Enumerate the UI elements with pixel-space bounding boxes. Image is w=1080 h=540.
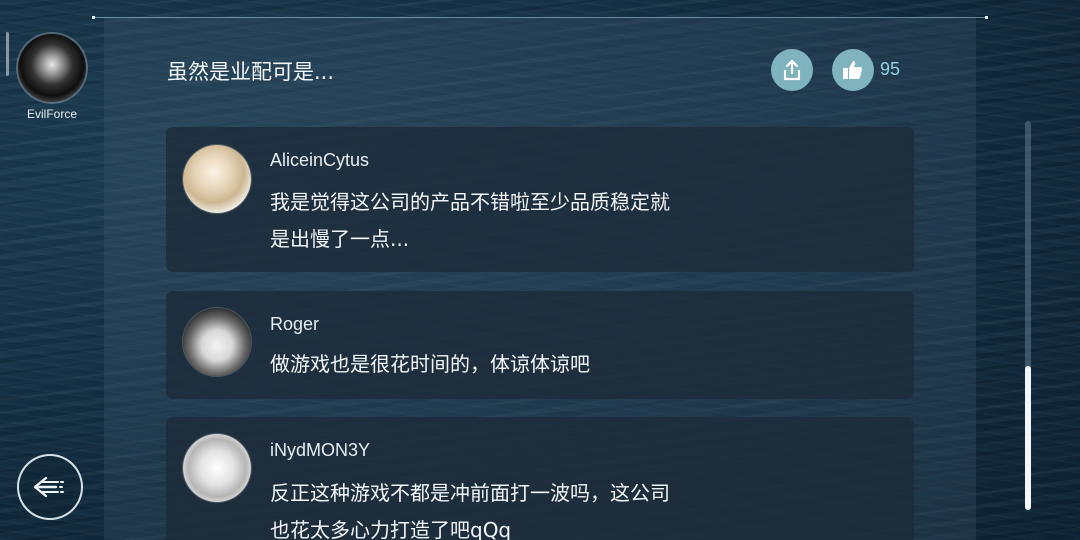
comment-text-line: 反正这种游戏不都是冲前面打一波吗，这公司 [270,481,670,505]
back-button[interactable] [17,454,83,520]
back-arrow-icon [33,476,64,498]
avatar[interactable] [183,434,251,502]
comment-text-line: 我是觉得这公司的产品不错啦至少品质稳定就 [270,190,670,214]
comment-text-line: 也花太多心力打造了吧qQq [270,518,512,540]
comment-card: AliceinCytus 我是觉得这公司的产品不错啦至少品质稳定就 是出慢了一点… [166,127,914,272]
like-count: 95 [880,59,901,79]
comment-card: Roger 做游戏也是很花时间的，体谅体谅吧 [166,291,914,399]
share-button[interactable] [771,49,813,91]
panel-divider [92,16,988,19]
like-button[interactable] [832,49,874,91]
comment-username[interactable]: Roger [270,314,319,335]
comment-text-line: 做游戏也是很花时间的，体谅体谅吧 [270,352,590,376]
comment-text: 做游戏也是很花时间的，体谅体谅吧 [270,346,790,383]
comment-username[interactable]: AliceinCytus [270,150,369,171]
comment-card: iNydMON3Y 反正这种游戏不都是冲前面打一波吗，这公司 也花太多心力打造了… [166,417,914,540]
scrollbar-thumb[interactable] [1025,366,1031,510]
sidebar-indicator [6,32,9,76]
profile-button[interactable]: EvilForce [12,34,92,121]
post-title: 虽然是业配可是... [167,60,335,84]
comment-text: 反正这种游戏不都是冲前面打一波吗，这公司 也花太多心力打造了吧qQq [270,475,790,540]
comment-text-line: 是出慢了一点... [270,227,410,251]
avatar [18,34,86,102]
share-icon [783,59,801,81]
thumbs-up-icon [843,61,863,79]
comment-username[interactable]: iNydMON3Y [270,440,370,461]
avatar[interactable] [183,308,251,376]
profile-name: EvilForce [26,107,77,121]
scrollbar[interactable] [1025,121,1031,510]
comment-text: 我是觉得这公司的产品不错啦至少品质稳定就 是出慢了一点... [270,184,790,258]
avatar[interactable] [183,145,251,213]
